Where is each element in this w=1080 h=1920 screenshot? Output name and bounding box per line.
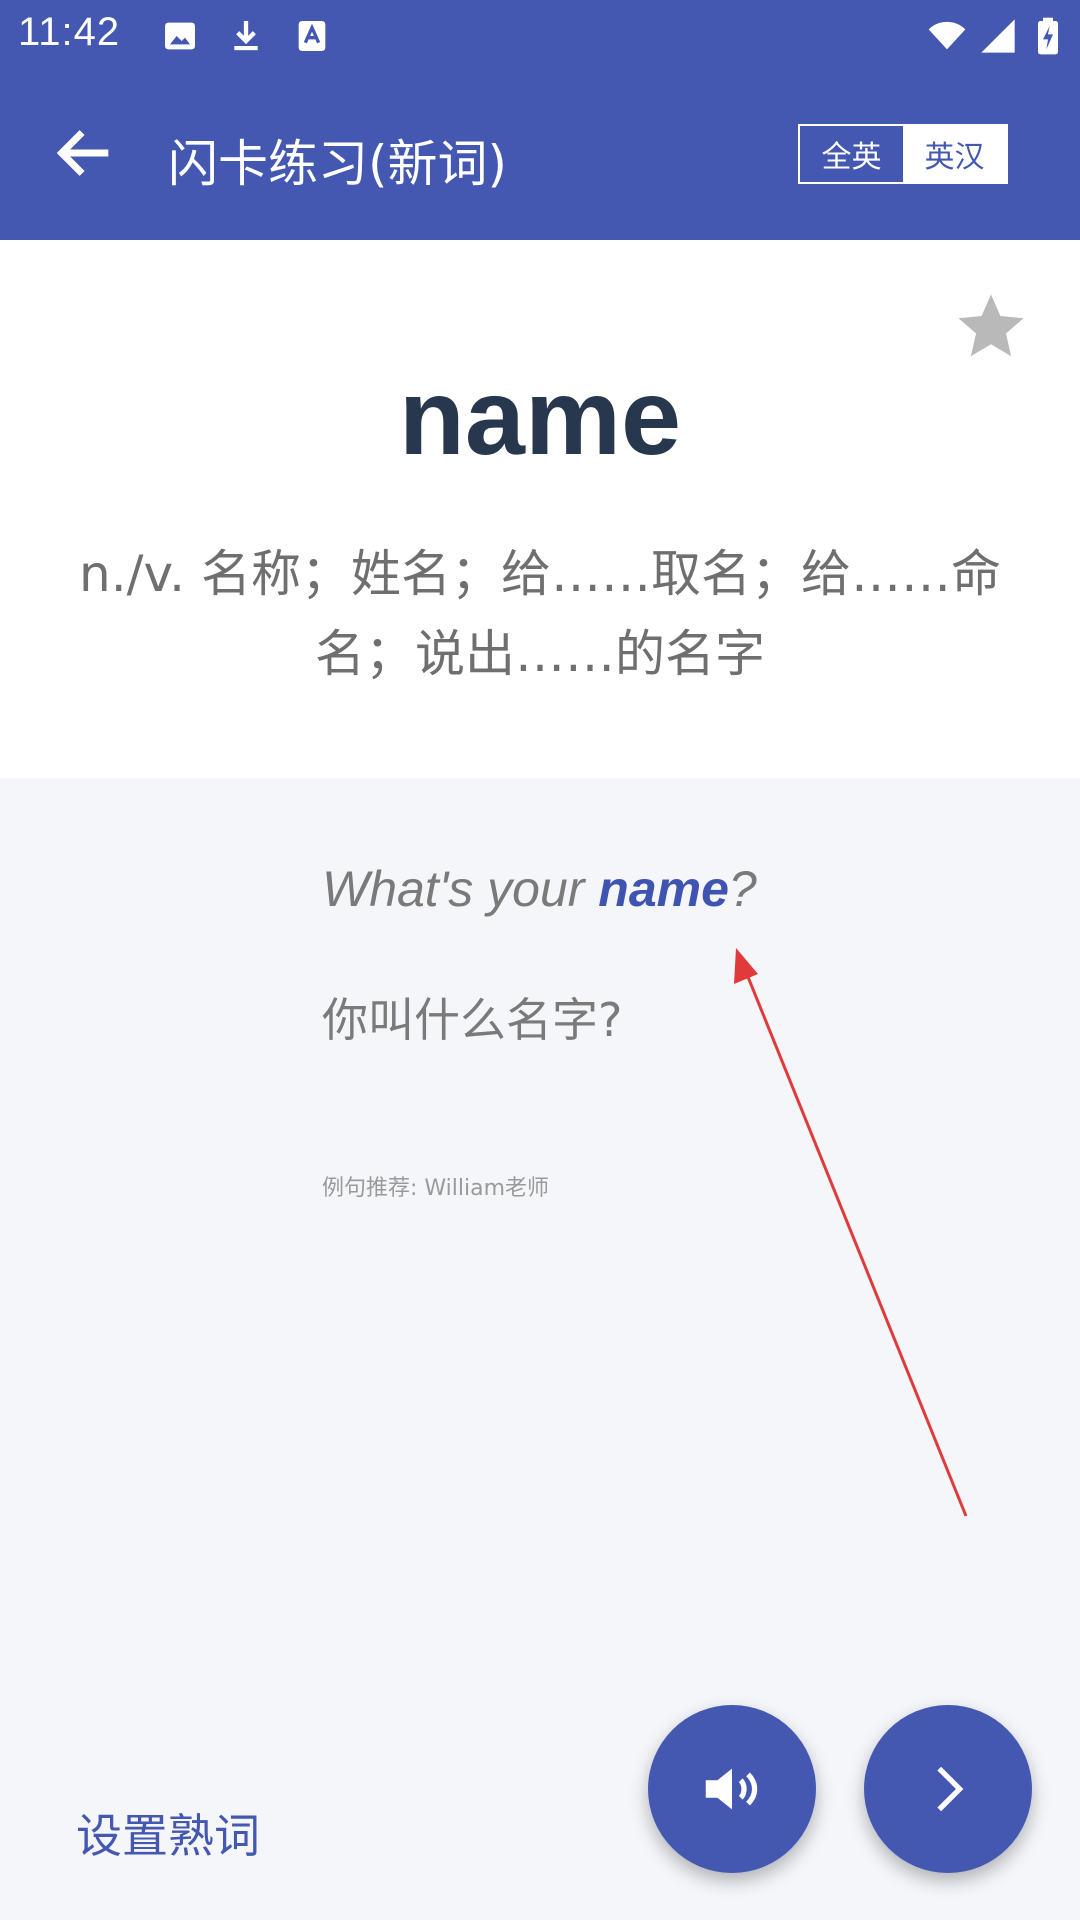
example-sentence-start: What's your (322, 861, 599, 917)
next-card-button[interactable] (864, 1705, 1032, 1873)
page-title: 闪卡练习(新词) (168, 135, 508, 193)
battery-charging-icon (1038, 17, 1058, 55)
back-arrow-icon[interactable] (50, 118, 120, 188)
example-sentence: What's your name? (322, 860, 757, 918)
status-bar: 11:42 (0, 0, 1080, 74)
speaker-icon (705, 1768, 758, 1810)
text-notification-icon (298, 21, 326, 51)
language-mode-toggle[interactable]: 全英 英汉 (798, 124, 1008, 184)
image-notification-icon (165, 22, 195, 50)
status-time: 11:42 (18, 10, 121, 54)
set-known-word-link[interactable]: 设置熟词 (76, 1800, 260, 1866)
signal-icon (981, 19, 1015, 53)
mode-all-english-button[interactable]: 全英 (800, 126, 903, 182)
example-translation: 你叫什么名字? (322, 993, 623, 1047)
word-definition: n./v. 名称；姓名；给……取名；给……命名；说出……的名字 (79, 545, 1001, 683)
annotation-arrow (734, 948, 968, 1517)
wifi-icon (928, 21, 966, 50)
top-bar: 11:42 闪卡练习(新词) 全英 英汉 (0, 0, 1080, 240)
chevron-right-icon (937, 1766, 964, 1812)
example-credit: 例句推荐: William老师 (322, 1176, 550, 1201)
mode-english-chinese-button[interactable]: 英汉 (903, 126, 1006, 182)
download-notification-icon (234, 21, 258, 51)
play-sound-button[interactable] (648, 1705, 816, 1873)
word-card (0, 240, 1080, 778)
example-sentence-end: ? (728, 861, 757, 917)
example-keyword: name (598, 861, 729, 917)
headword: name (398, 356, 682, 477)
